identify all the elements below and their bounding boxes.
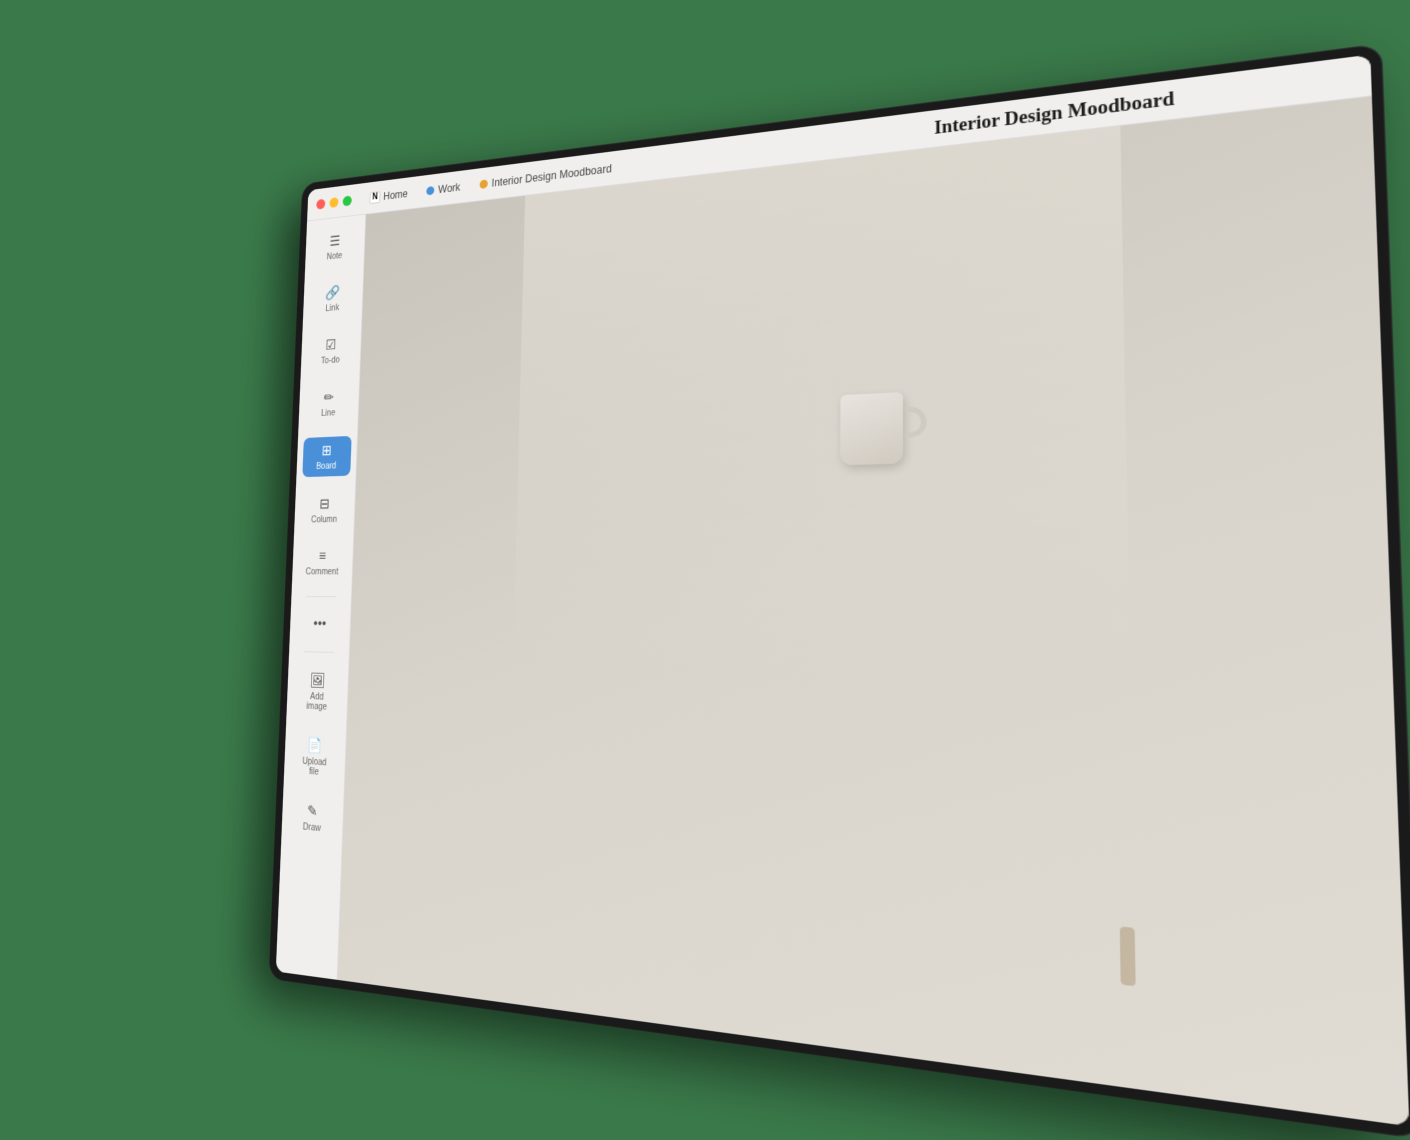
work-tab-icon	[426, 186, 434, 195]
tab-work[interactable]: Work	[418, 177, 468, 200]
main-layout: ☰ Note 🔗 Link ☑ To-do ✏ Line	[276, 96, 1410, 1126]
screen-inner: N Home Work Interior Design Moodboard In…	[276, 55, 1410, 1127]
sidebar-note-label: Note	[326, 251, 342, 262]
lines-icon: ☰	[329, 232, 340, 250]
moodboard-tab-icon	[479, 179, 487, 189]
file-icon: 📄	[307, 736, 323, 755]
tab-moodboard-label: Interior Design Moodboard	[491, 162, 611, 189]
laptop-wrapper: N Home Work Interior Design Moodboard In…	[105, 70, 1305, 1070]
minimize-button[interactable]	[329, 197, 338, 208]
tab-home-label: Home	[383, 187, 408, 202]
sidebar-column-label: Column	[311, 515, 337, 525]
sidebar-item-board[interactable]: ⊞ Board	[302, 436, 351, 477]
sidebar-addimage-label: Add image	[300, 692, 334, 713]
sidebar-divider-2	[304, 651, 334, 653]
sidebar-item-draw[interactable]: ✎ Draw	[287, 795, 337, 841]
image-icon: 🖼	[310, 672, 326, 690]
checklist-icon: ☑	[325, 336, 336, 354]
sidebar-item-note[interactable]: ☰ Note	[311, 225, 360, 268]
sidebar-item-comment[interactable]: ≡ Comment	[298, 544, 348, 583]
sidebar-board-label: Board	[316, 461, 336, 471]
moodboard-grid: Artwork Rock	[337, 96, 1409, 1126]
sidebar-item-link[interactable]: 🔗 Link	[308, 277, 357, 320]
tab-home[interactable]: N Home	[362, 184, 416, 207]
room-image	[1131, 720, 1400, 921]
sidebar-item-more[interactable]: •••	[295, 611, 344, 638]
ellipsis-icon: •••	[313, 616, 326, 632]
screen-container: N Home Work Interior Design Moodboard In…	[269, 44, 1410, 1138]
sidebar-draw-label: Draw	[303, 822, 321, 833]
sidebar-upload-label: Upload file	[297, 756, 331, 778]
sidebar-link-label: Link	[325, 303, 339, 313]
sidebar-item-line[interactable]: ✏ Line	[304, 383, 353, 425]
draw-icon: ✎	[307, 802, 318, 821]
sidebar-comment-label: Comment	[305, 567, 338, 577]
content-area: Artwork Rock	[337, 96, 1409, 1126]
comment-icon: ≡	[319, 549, 327, 565]
sidebar-item-addimage[interactable]: 🖼 Add image	[292, 666, 343, 719]
notion-icon: N	[369, 191, 380, 204]
traffic-lights	[316, 195, 352, 209]
close-button[interactable]	[316, 198, 325, 209]
sidebar-line-label: Line	[321, 408, 335, 418]
grid-icon: ⊞	[321, 442, 332, 460]
mug-shape	[840, 392, 903, 465]
room-image-cell	[1131, 720, 1400, 921]
sidebar-divider	[306, 596, 336, 597]
link-icon: 🔗	[325, 284, 340, 302]
columns-icon: ⊟	[319, 495, 330, 513]
sidebar-item-column[interactable]: ⊟ Column	[300, 490, 350, 531]
pencil-icon: ✏	[323, 389, 334, 407]
sidebar-item-todo[interactable]: ☑ To-do	[306, 330, 355, 372]
maximize-button[interactable]	[343, 195, 352, 206]
tab-work-label: Work	[438, 181, 460, 196]
sidebar-todo-label: To-do	[321, 355, 340, 366]
sidebar-item-upload[interactable]: 📄 Upload file	[289, 730, 340, 784]
